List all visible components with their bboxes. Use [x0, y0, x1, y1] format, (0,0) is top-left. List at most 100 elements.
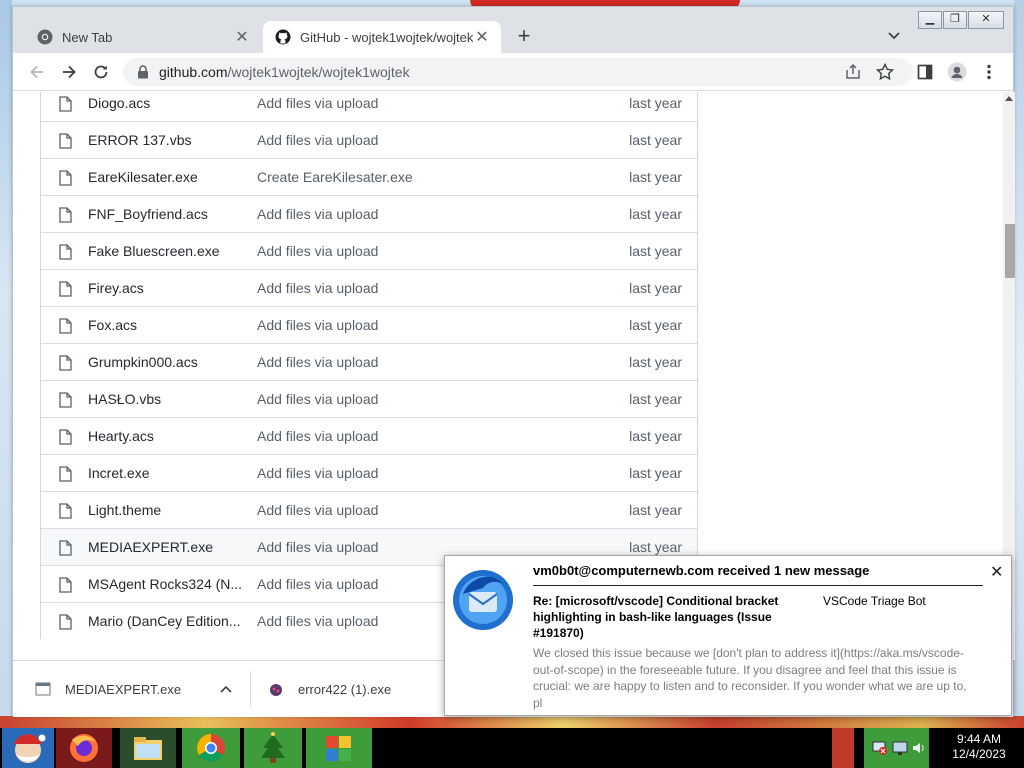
- file-name-link[interactable]: MSAgent Rocks324 (N...: [88, 576, 248, 592]
- tab-github[interactable]: GitHub - wojtek1wojtek/wojtek1wojtek ✕: [263, 21, 501, 53]
- file-name-link[interactable]: Diogo.acs: [88, 95, 248, 111]
- close-window-button[interactable]: ✕: [968, 11, 1004, 29]
- volume-icon[interactable]: [911, 740, 927, 756]
- file-icon: [59, 96, 72, 112]
- display-icon[interactable]: [892, 740, 908, 756]
- file-name-link[interactable]: MEDIAEXPERT.exe: [88, 539, 248, 555]
- file-row[interactable]: EareKilesater.exe Create EareKilesater.ex…: [41, 158, 697, 195]
- file-explorer-taskbar-icon[interactable]: [120, 728, 176, 768]
- close-icon[interactable]: ✕: [990, 562, 1003, 582]
- commit-age: last year: [629, 95, 682, 111]
- commit-message-link[interactable]: Add files via upload: [257, 206, 378, 222]
- commit-message-link[interactable]: Add files via upload: [257, 280, 378, 296]
- chevron-up-icon[interactable]: [219, 684, 233, 694]
- close-tab-icon[interactable]: ✕: [233, 27, 251, 47]
- commit-message-link[interactable]: Add files via upload: [257, 95, 378, 111]
- commit-message-link[interactable]: Add files via upload: [257, 465, 378, 481]
- file-row[interactable]: Incret.exe Add files via upload last year: [41, 454, 697, 491]
- desktop-wallpaper-right: [1014, 0, 1024, 728]
- side-panel-icon[interactable]: [915, 62, 935, 82]
- browser-menu-icon[interactable]: [979, 62, 999, 82]
- file-icon: [59, 577, 72, 593]
- file-name-link[interactable]: Firey.acs: [88, 280, 248, 296]
- file-row[interactable]: Diogo.acs Add files via upload last year: [41, 92, 697, 121]
- commit-age: last year: [629, 169, 682, 185]
- file-name-link[interactable]: EareKilesater.exe: [88, 169, 248, 185]
- notification-subject: Re: [microsoft/vscode] Conditional brack…: [533, 594, 779, 640]
- start-button-santa-icon[interactable]: [2, 728, 54, 768]
- file-icon: [59, 318, 72, 334]
- commit-message-link[interactable]: Add files via upload: [257, 613, 378, 629]
- minimize-window-button[interactable]: ▁: [918, 11, 942, 29]
- commit-message-link[interactable]: Add files via upload: [257, 428, 378, 444]
- bookmark-star-icon[interactable]: [875, 62, 895, 82]
- download-filename: error422 (1).exe: [298, 681, 392, 697]
- close-tab-icon[interactable]: ✕: [473, 27, 491, 47]
- control-panel-taskbar-icon[interactable]: [306, 728, 372, 768]
- profile-avatar-icon[interactable]: [947, 62, 967, 82]
- file-row[interactable]: HASŁO.vbs Add files via upload last year: [41, 380, 697, 417]
- commit-message-link[interactable]: Add files via upload: [257, 391, 378, 407]
- download-item-mediaexpert[interactable]: MEDIAEXPERT.exe: [35, 669, 181, 709]
- file-name-link[interactable]: Incret.exe: [88, 465, 248, 481]
- commit-age: last year: [629, 317, 682, 333]
- file-row[interactable]: Fox.acs Add files via upload last year: [41, 306, 697, 343]
- file-row[interactable]: Grumpkin000.acs Add files via upload last …: [41, 343, 697, 380]
- file-name-link[interactable]: ERROR 137.vbs: [88, 132, 248, 148]
- file-icon: [59, 244, 72, 260]
- chrome-taskbar-icon[interactable]: [182, 728, 240, 768]
- file-row[interactable]: ERROR 137.vbs Add files via upload last ye…: [41, 121, 697, 158]
- mail-notification[interactable]: vm0b0t@computernewb.com received 1 new m…: [444, 555, 1012, 716]
- download-item-error422[interactable]: error422 (1).exe: [268, 669, 391, 709]
- commit-age: last year: [629, 391, 682, 407]
- commit-message-link[interactable]: Add files via upload: [257, 354, 378, 370]
- taskbar-clock[interactable]: 9:44 AM 12/4/2023: [940, 732, 1018, 762]
- commit-message-link[interactable]: Add files via upload: [257, 317, 378, 333]
- back-arrow-icon[interactable]: [27, 62, 47, 82]
- commit-age: last year: [629, 354, 682, 370]
- commit-age: last year: [629, 502, 682, 518]
- file-row[interactable]: FNF_Boyfriend.acs Add files via upload las…: [41, 195, 697, 232]
- reload-icon[interactable]: [91, 62, 111, 82]
- file-row[interactable]: Fake Bluescreen.exe Add files via upload l…: [41, 232, 697, 269]
- system-tray: [864, 728, 929, 768]
- lock-icon[interactable]: [137, 65, 149, 79]
- commit-message-link[interactable]: Add files via upload: [257, 576, 378, 592]
- tab-strip: New Tab ✕ GitHub - wojtek1wojtek/wojtek1…: [13, 7, 1013, 53]
- desktop-wallpaper-left: [0, 0, 12, 728]
- file-icon: [59, 133, 72, 149]
- commit-age: last year: [629, 539, 682, 555]
- file-name-link[interactable]: Fox.acs: [88, 317, 248, 333]
- scroll-up-arrow-icon[interactable]: [1005, 96, 1013, 101]
- new-tab-plus-icon[interactable]: +: [513, 25, 535, 47]
- file-row[interactable]: Light.theme Add files via upload last year: [41, 491, 697, 528]
- file-name-link[interactable]: Hearty.acs: [88, 428, 248, 444]
- chevron-down-icon[interactable]: [885, 27, 903, 45]
- file-row[interactable]: Hearty.acs Add files via upload last year: [41, 417, 697, 454]
- commit-message-link[interactable]: Add files via upload: [257, 539, 378, 555]
- file-name-link[interactable]: Light.theme: [88, 502, 248, 518]
- tab-new-tab[interactable]: New Tab ✕: [25, 21, 261, 53]
- file-icon: [59, 170, 72, 186]
- commit-message-link[interactable]: Add files via upload: [257, 132, 378, 148]
- file-name-link[interactable]: HASŁO.vbs: [88, 391, 248, 407]
- notification-body: We closed this issue because we [don't p…: [533, 646, 967, 710]
- network-error-icon[interactable]: [872, 740, 888, 756]
- address-bar[interactable]: github.com/wojtek1wojtek/wojtek1wojtek: [123, 58, 913, 86]
- commit-message-link[interactable]: Add files via upload: [257, 243, 378, 259]
- commit-message-link[interactable]: Create EareKilesater.exe: [257, 169, 413, 185]
- file-name-link[interactable]: FNF_Boyfriend.acs: [88, 206, 248, 222]
- firefox-taskbar-icon[interactable]: [56, 728, 112, 768]
- commit-message-link[interactable]: Add files via upload: [257, 502, 378, 518]
- address-url: github.com/wojtek1wojtek/wojtek1wojtek: [159, 64, 410, 80]
- file-name-link[interactable]: Fake Bluescreen.exe: [88, 243, 248, 259]
- forward-arrow-icon[interactable]: [59, 62, 79, 82]
- file-name-link[interactable]: Mario (DanCey Edition...: [88, 613, 248, 629]
- share-icon[interactable]: [843, 62, 863, 82]
- christmas-tree-taskbar-icon[interactable]: [244, 728, 302, 768]
- file-icon: [59, 503, 72, 519]
- scroll-thumb[interactable]: [1005, 224, 1015, 278]
- maximize-window-button[interactable]: ❐: [943, 11, 967, 29]
- file-row[interactable]: Firey.acs Add files via upload last year: [41, 269, 697, 306]
- file-name-link[interactable]: Grumpkin000.acs: [88, 354, 248, 370]
